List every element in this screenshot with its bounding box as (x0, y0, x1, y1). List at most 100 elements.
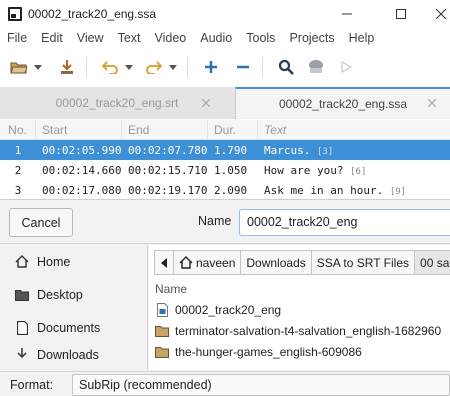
row-char-count: [3] (316, 146, 334, 157)
row-text-cell: How are you? [6] (258, 164, 450, 177)
spellcheck-button[interactable] (305, 56, 327, 78)
menu-tools[interactable]: Tools (239, 31, 282, 45)
place-desktop[interactable]: Desktop (0, 278, 147, 311)
menu-edit[interactable]: Edit (34, 31, 70, 45)
format-bar: Format: SubRip (recommended) (0, 371, 450, 396)
undo-button[interactable] (99, 56, 121, 78)
row-end: 00:02:07.780 (128, 143, 208, 157)
file-list-item[interactable]: terminator-salvation-t4-salvation_englis… (155, 321, 441, 341)
file-list-item[interactable]: 00002_track20_eng (155, 300, 281, 320)
home-icon (14, 254, 30, 270)
menu-view[interactable]: View (70, 31, 111, 45)
minus-icon (237, 65, 249, 69)
home-icon (179, 256, 193, 269)
subtitle-file-icon (155, 303, 169, 317)
redo-icon (146, 61, 163, 74)
save-download-icon (61, 60, 73, 74)
desktop-folder-icon (14, 287, 30, 303)
file-name-input[interactable]: 00002_track20_eng (239, 209, 450, 236)
menu-audio[interactable]: Audio (193, 31, 239, 45)
menu-video[interactable]: Video (148, 31, 194, 45)
spell-check-icon (309, 60, 323, 73)
app-icon (8, 6, 22, 21)
folder-icon (155, 324, 169, 338)
toolbar-separator (187, 57, 188, 77)
row-number: 1 (14, 143, 22, 157)
column-header-end[interactable]: End (122, 119, 208, 140)
column-header-text[interactable]: Text (258, 120, 450, 140)
path-back-button[interactable] (154, 250, 174, 275)
subtitle-row[interactable]: 2 00:02:14.660 00:02:15.710 1.050 How ar… (0, 160, 450, 180)
redo-dropdown[interactable] (167, 56, 179, 78)
file-list-item[interactable]: the-hunger-games_english-609086 (155, 342, 362, 362)
close-window-button[interactable] (424, 0, 450, 27)
undo-dropdown[interactable] (123, 56, 135, 78)
grid-header: No. Start End Dur. Text (0, 119, 450, 140)
tab-srt[interactable]: 00002_track20_eng.srt (0, 87, 234, 119)
tab-ssa-close-button[interactable] (428, 87, 436, 119)
play-button[interactable] (335, 56, 357, 78)
file-name: the-hunger-games_english-609086 (175, 345, 362, 359)
redo-button[interactable] (143, 56, 165, 78)
path-crumb-ssa-to-srt[interactable]: SSA to SRT Files (310, 250, 416, 275)
place-home[interactable]: Home (0, 245, 147, 278)
chevron-down-icon (169, 64, 177, 70)
minimize-icon (342, 13, 352, 14)
row-char-count: [6] (350, 166, 367, 177)
path-crumb-downloads[interactable]: Downloads (240, 250, 312, 275)
minimize-button[interactable] (330, 0, 364, 27)
place-label: Downloads (37, 348, 99, 362)
row-text-cell: Ask me in an hour. [9] (258, 184, 450, 197)
place-label: Home (37, 254, 71, 269)
toolbar (0, 51, 450, 83)
row-text: Ask me in an hour. (264, 183, 384, 197)
file-browser: naveen Downloads SSA to SRT Files 00 sam… (149, 245, 450, 370)
maximize-button[interactable] (384, 0, 418, 27)
menu-projects[interactable]: Projects (282, 31, 341, 45)
close-icon (436, 8, 446, 19)
row-duration: 1.790 (214, 143, 248, 157)
column-header-start[interactable]: Start (36, 119, 122, 140)
row-end: 00:02:19.170 (128, 183, 208, 197)
document-icon (14, 320, 30, 336)
format-label: Format: (10, 378, 54, 392)
place-documents[interactable]: Documents (0, 311, 147, 344)
column-header-no[interactable]: No. (0, 119, 36, 140)
row-text-cell: Marcus. [3] (258, 144, 450, 157)
toolbar-separator (86, 57, 87, 77)
place-downloads[interactable]: Downloads (0, 344, 147, 362)
tab-ssa[interactable]: 00002_track20_eng.ssa (235, 87, 450, 119)
place-label: Desktop (37, 287, 83, 302)
toolbar-separator (262, 57, 263, 77)
menu-text[interactable]: Text (111, 31, 148, 45)
row-number: 2 (14, 163, 22, 177)
row-start: 00:02:14.660 (42, 163, 122, 177)
window-title: 00002_track20_eng.ssa (28, 6, 157, 21)
row-number: 3 (14, 183, 22, 197)
format-select[interactable]: SubRip (recommended) (72, 374, 450, 396)
chevron-left-icon (161, 257, 167, 268)
path-crumb-samples[interactable]: 00 samples (414, 250, 450, 275)
open-dropdown[interactable] (32, 56, 44, 78)
insert-subtitle-button[interactable] (200, 56, 222, 78)
name-label: Name (198, 214, 232, 228)
name-column-header[interactable]: Name (155, 282, 187, 296)
column-header-duration[interactable]: Dur. (208, 119, 258, 140)
cancel-button[interactable]: Cancel (9, 208, 73, 237)
menu-file[interactable]: File (0, 31, 34, 45)
path-crumb-home[interactable]: naveen (173, 250, 242, 275)
open-button[interactable] (8, 56, 30, 78)
menu-help[interactable]: Help (342, 31, 382, 45)
subtitle-row[interactable]: 3 00:02:17.080 00:02:19.170 2.090 Ask me… (0, 180, 450, 200)
save-button[interactable] (56, 56, 78, 78)
find-button[interactable] (275, 56, 297, 78)
title-bar: 00002_track20_eng.ssa (0, 0, 450, 27)
remove-subtitle-button[interactable] (232, 56, 254, 78)
crumb-label: naveen (196, 255, 236, 270)
subtitle-grid: No. Start End Dur. Text 1 00:02:05.990 0… (0, 119, 450, 200)
row-end: 00:02:15.710 (128, 163, 208, 177)
undo-icon (101, 61, 118, 74)
tab-srt-close-button[interactable] (202, 87, 210, 119)
subtitle-row[interactable]: 1 00:02:05.990 00:02:07.780 1.790 Marcus… (0, 140, 450, 160)
maximize-icon (396, 8, 406, 19)
